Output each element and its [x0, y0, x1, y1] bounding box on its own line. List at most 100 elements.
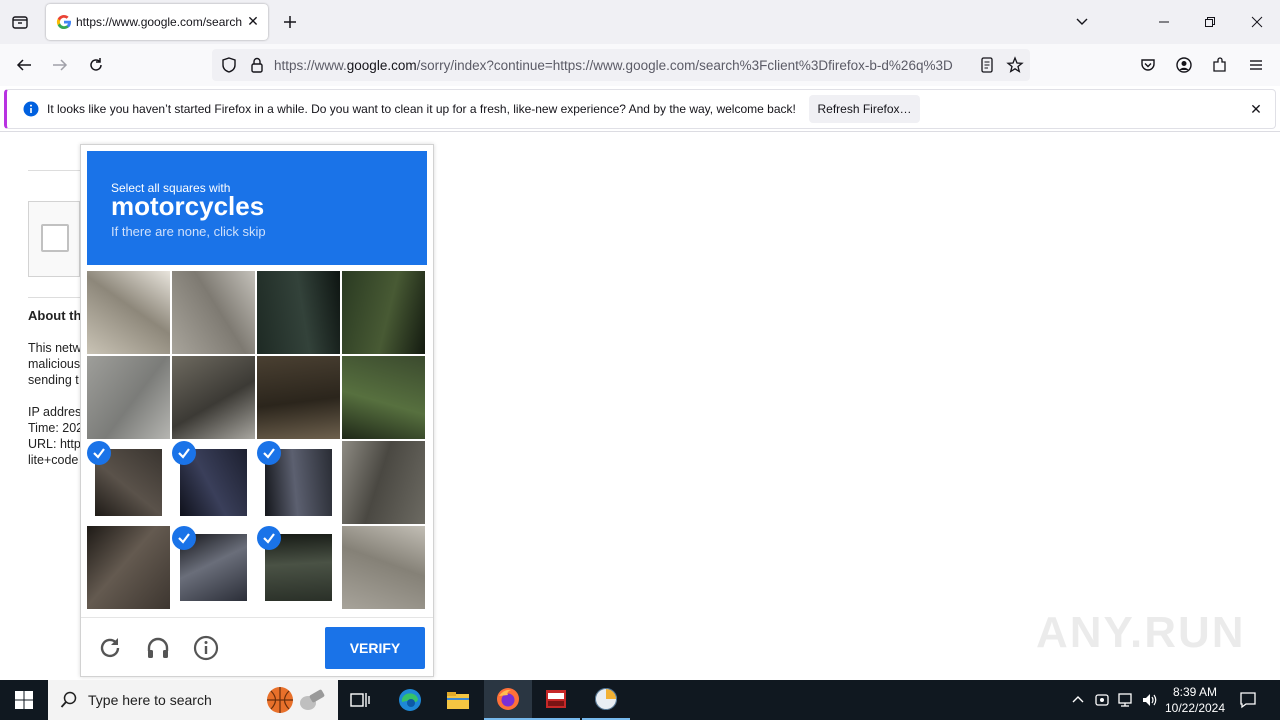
clock-app-icon[interactable]	[582, 680, 630, 720]
tab-title: https://www.google.com/search	[76, 15, 243, 29]
firefox-taskbar-icon[interactable]	[484, 680, 532, 720]
tab-list-icon[interactable]	[10, 12, 30, 32]
selected-check-icon	[257, 441, 281, 465]
tile-image	[342, 356, 425, 439]
restore-icon[interactable]	[1198, 10, 1222, 34]
challenge-footer: VERIFY	[81, 617, 433, 677]
page-text: Time: 202	[28, 421, 80, 435]
tile-image	[87, 526, 170, 609]
challenge-header: Select all squares with motorcycles If t…	[87, 151, 427, 265]
captcha-tile[interactable]	[342, 356, 425, 439]
page-text: IP addres	[28, 405, 80, 419]
tile-image	[87, 356, 170, 439]
menu-hamburger-icon[interactable]	[1243, 52, 1269, 78]
search-icon	[60, 691, 78, 709]
about-heading: About th	[28, 308, 82, 323]
captcha-tile[interactable]	[172, 356, 255, 439]
reload-icon[interactable]	[83, 52, 109, 78]
volume-icon[interactable]	[1138, 680, 1162, 720]
tab-strip: https://www.google.com/search ✕	[0, 0, 1280, 44]
google-favicon-icon	[56, 15, 71, 30]
captcha-tile[interactable]	[257, 271, 340, 354]
edge-browser-icon[interactable]	[386, 680, 434, 720]
target-object-text: motorcycles	[111, 191, 265, 221]
task-view-icon[interactable]	[336, 680, 384, 720]
new-tab-icon[interactable]	[280, 12, 300, 32]
tile-image	[172, 356, 255, 439]
close-tab-icon[interactable]: ✕	[244, 12, 262, 30]
captcha-tile[interactable]	[342, 526, 425, 609]
basketball-icon	[266, 686, 294, 714]
reload-challenge-icon[interactable]	[95, 633, 125, 663]
toolbar-divider	[0, 131, 1280, 132]
refresh-firefox-button[interactable]: Refresh Firefox…	[809, 95, 920, 123]
recaptcha-challenge: Select all squares with motorcycles If t…	[80, 144, 434, 677]
page-rule	[28, 297, 80, 298]
captcha-tile[interactable]	[172, 271, 255, 354]
page-text: This netw	[28, 341, 80, 355]
page-rule	[28, 170, 80, 171]
notification-center-icon[interactable]	[1230, 680, 1266, 720]
page-text: lite+code	[28, 453, 79, 467]
reader-view-icon[interactable]	[978, 56, 996, 74]
tile-image	[87, 271, 170, 354]
help-info-icon[interactable]	[191, 633, 221, 663]
selected-check-icon	[172, 441, 196, 465]
bookmark-star-icon[interactable]	[1006, 56, 1024, 74]
audio-challenge-icon[interactable]	[143, 633, 173, 663]
notification-bar: It looks like you haven’t started Firefo…	[4, 89, 1276, 129]
captcha-tile[interactable]	[172, 526, 255, 609]
notification-message: It looks like you haven’t started Firefo…	[47, 102, 796, 116]
tile-image	[172, 271, 255, 354]
tile-image	[342, 271, 425, 354]
taskbar-search-box[interactable]: Type here to search	[48, 680, 338, 720]
recaptcha-checkbox[interactable]	[41, 224, 69, 252]
list-all-tabs-icon[interactable]	[1070, 10, 1094, 34]
extensions-icon[interactable]	[1207, 52, 1233, 78]
tile-image	[257, 271, 340, 354]
verify-button[interactable]: VERIFY	[325, 627, 425, 669]
anyrun-watermark: ANY.RUN	[1036, 608, 1246, 658]
tile-image	[342, 441, 425, 524]
captcha-tile[interactable]	[257, 441, 340, 524]
url-text[interactable]: https://www.google.com/sorry/index?conti…	[274, 58, 970, 73]
system-clock[interactable]: 8:39 AM 10/22/2024	[1160, 684, 1230, 716]
lock-icon[interactable]	[248, 56, 266, 74]
tracking-protection-shield-icon[interactable]	[220, 56, 238, 74]
info-icon	[23, 101, 39, 117]
captcha-tile[interactable]	[257, 526, 340, 609]
page-text: malicious	[28, 357, 80, 371]
app-taskbar-icon[interactable]	[532, 680, 580, 720]
close-window-icon[interactable]	[1245, 10, 1269, 34]
page-text: sending t	[28, 373, 79, 387]
captcha-tile[interactable]	[87, 526, 170, 609]
watermark-logo-text: ANY.RUN	[1036, 608, 1246, 657]
back-icon[interactable]	[11, 52, 37, 78]
page-text: URL: http	[28, 437, 80, 451]
file-explorer-icon[interactable]	[434, 680, 482, 720]
navigation-toolbar: https://www.google.com/sorry/index?conti…	[0, 44, 1280, 86]
pocket-icon[interactable]	[1135, 52, 1161, 78]
selected-check-icon	[87, 441, 111, 465]
whistle-icon	[298, 688, 326, 712]
captcha-tile[interactable]	[257, 356, 340, 439]
selected-check-icon	[172, 526, 196, 550]
captcha-tile[interactable]	[87, 356, 170, 439]
clock-date: 10/22/2024	[1164, 701, 1226, 715]
captcha-tile[interactable]	[342, 441, 425, 524]
search-placeholder: Type here to search	[88, 692, 212, 708]
network-icon[interactable]	[1114, 680, 1138, 720]
forward-icon[interactable]	[47, 52, 73, 78]
minimize-icon[interactable]	[1152, 10, 1176, 34]
browser-tab[interactable]: https://www.google.com/search ✕	[46, 4, 268, 40]
close-notification-icon[interactable]: ✕	[1247, 100, 1265, 118]
windows-start-icon[interactable]	[0, 680, 48, 720]
captcha-tile[interactable]	[87, 441, 170, 524]
captcha-tile[interactable]	[342, 271, 425, 354]
captcha-tile[interactable]	[87, 271, 170, 354]
url-bar[interactable]: https://www.google.com/sorry/index?conti…	[212, 49, 1030, 81]
tile-image	[257, 356, 340, 439]
meet-now-icon[interactable]	[1090, 680, 1114, 720]
captcha-tile[interactable]	[172, 441, 255, 524]
account-icon[interactable]	[1171, 52, 1197, 78]
